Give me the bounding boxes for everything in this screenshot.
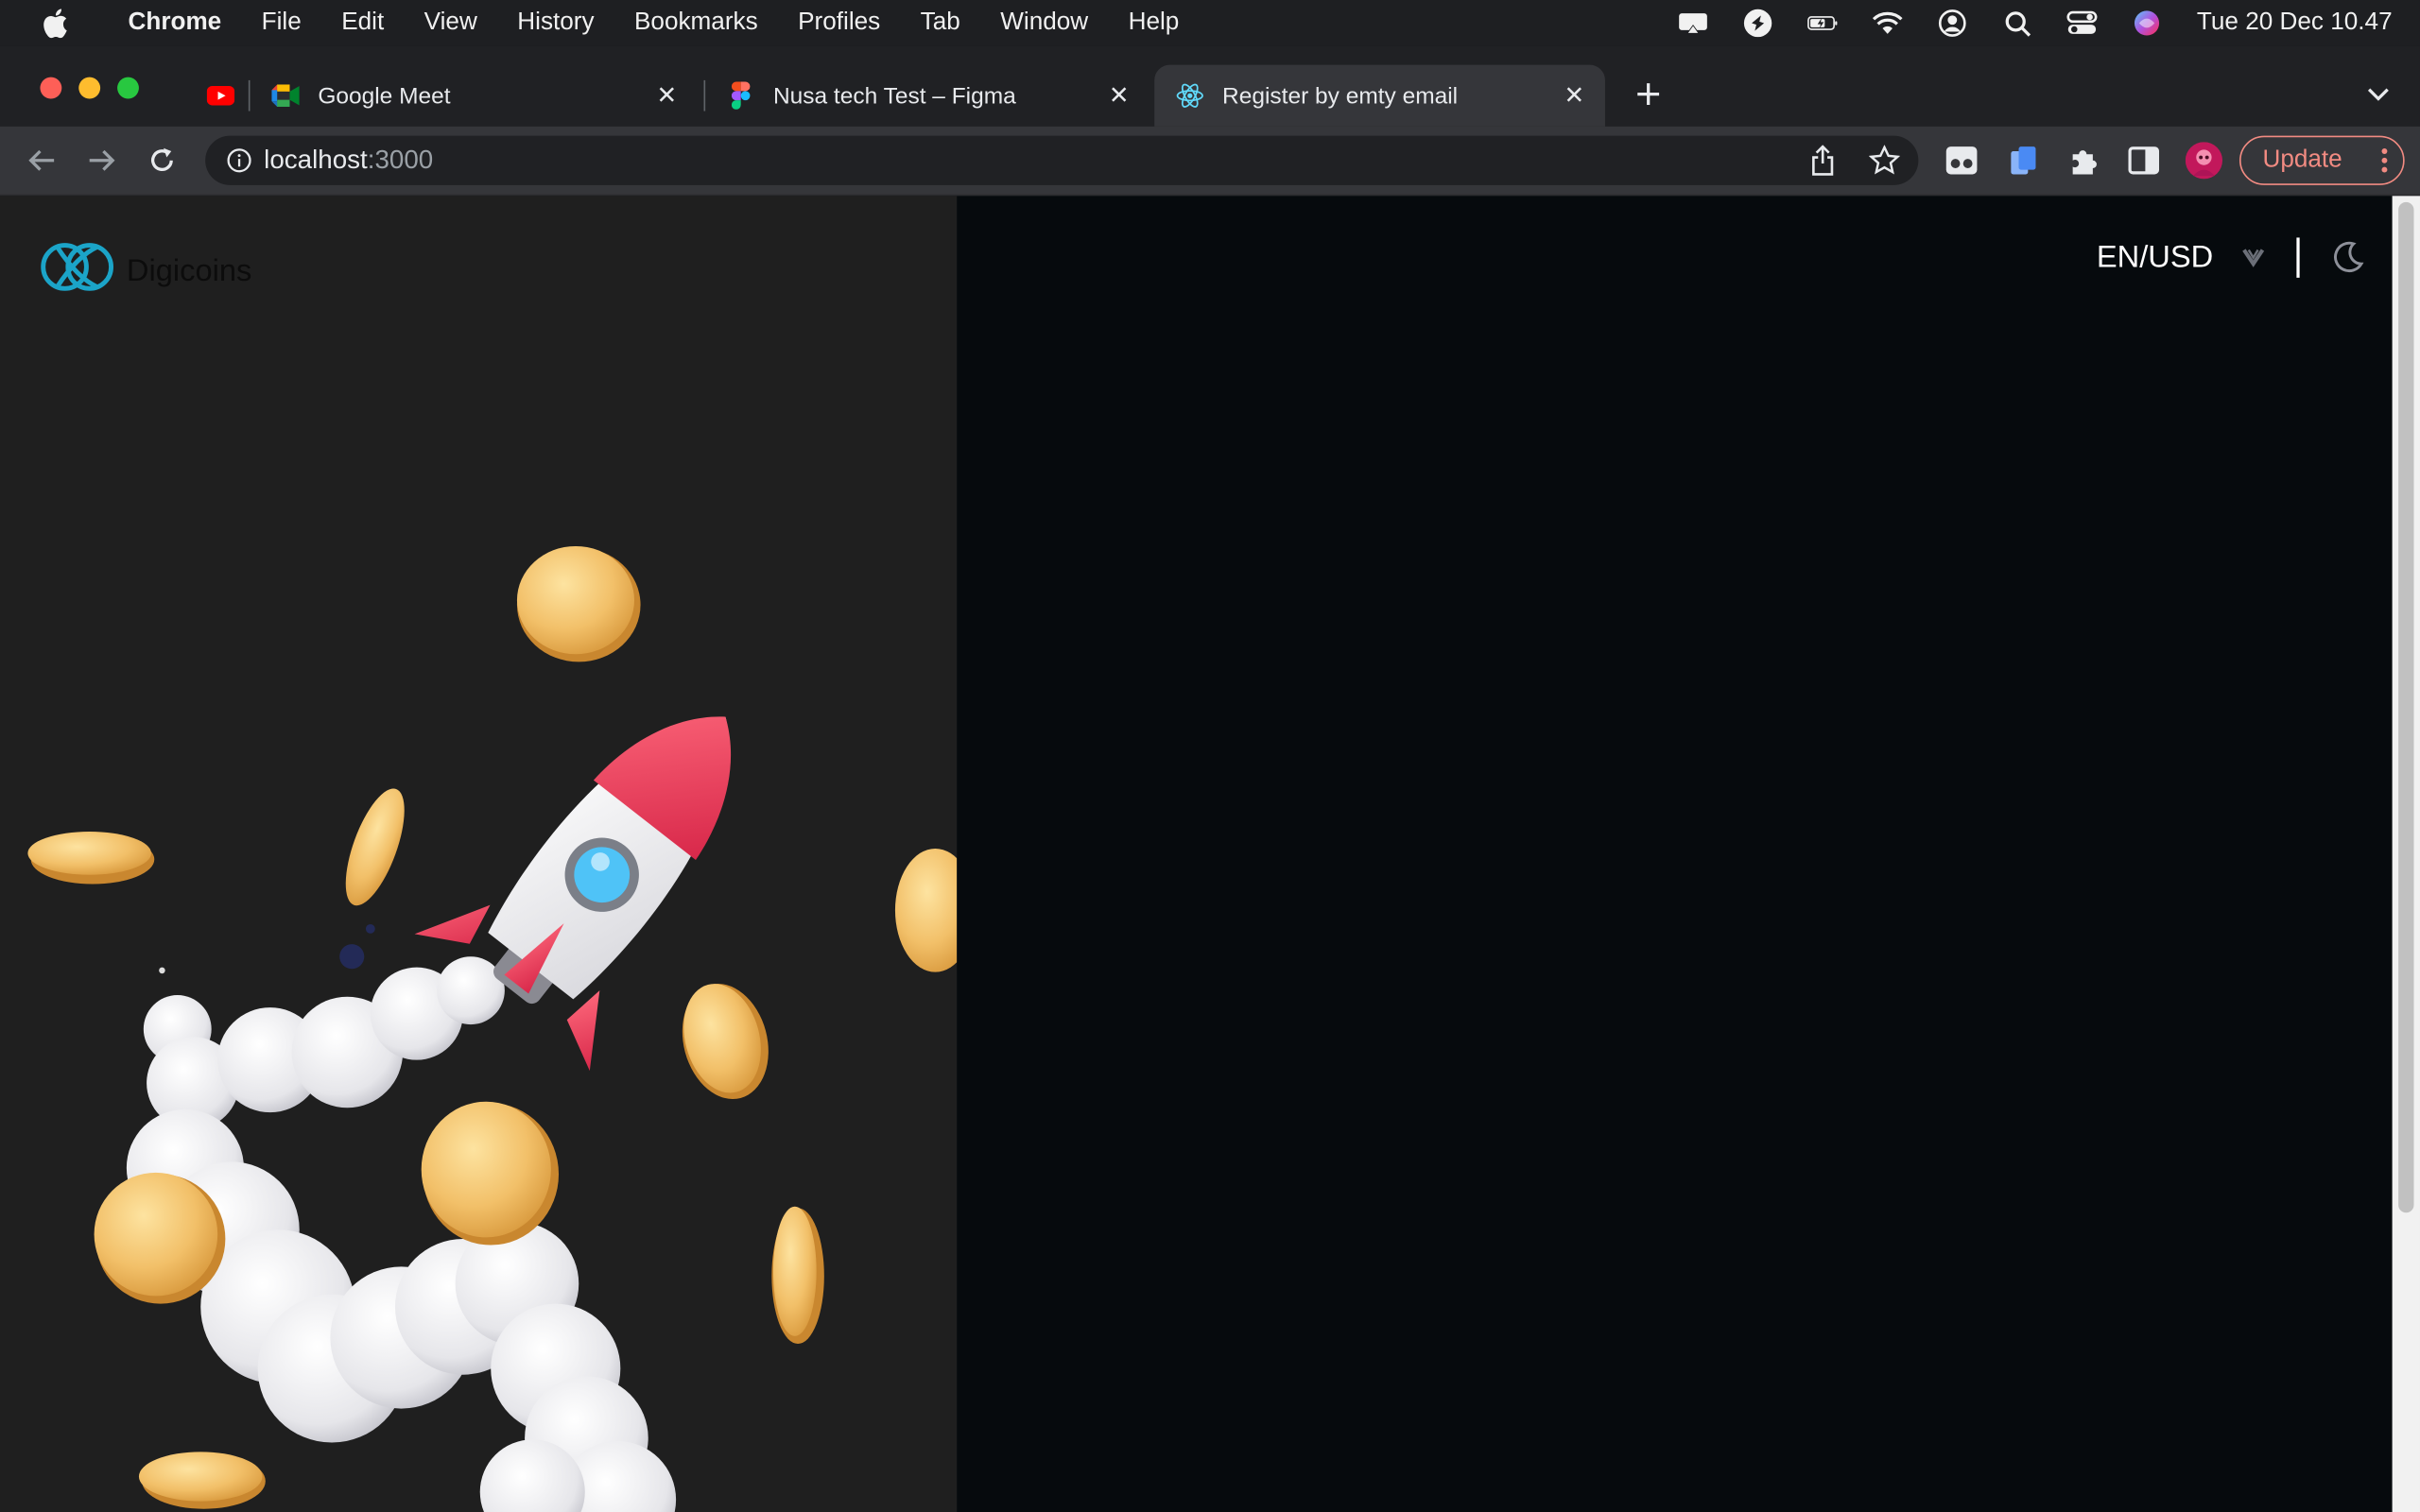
window-minimize-button[interactable] <box>78 77 101 99</box>
tab-label: Nusa tech Test – Figma <box>772 82 1016 110</box>
menu-tab[interactable]: Tab <box>900 9 980 37</box>
extensions-puzzle-icon[interactable] <box>2066 144 2100 178</box>
close-tab-icon[interactable]: ✕ <box>1562 83 1586 110</box>
menu-help[interactable]: Help <box>1108 9 1199 37</box>
screen-mirroring-icon[interactable] <box>1678 9 1709 37</box>
header-divider <box>2296 237 2300 278</box>
battery-icon[interactable] <box>1807 9 1839 37</box>
menu-profiles[interactable]: Profiles <box>778 9 901 37</box>
moon-icon[interactable] <box>2330 241 2364 275</box>
menu-history[interactable]: History <box>497 9 614 37</box>
react-icon <box>1176 82 1203 110</box>
url-host: localhost <box>264 145 368 175</box>
locale-selector-label[interactable]: EN/USD <box>2097 240 2213 276</box>
side-panel-icon[interactable] <box>2127 144 2161 178</box>
menubar-clock[interactable]: Tue 20 Dec 10.47 <box>2197 9 2393 37</box>
address-bar[interactable]: localhost:3000 <box>205 135 1919 185</box>
user-account-icon[interactable] <box>1938 9 1969 37</box>
url-port: :3000 <box>367 145 434 175</box>
close-tab-icon[interactable]: ✕ <box>654 83 679 110</box>
tab-register[interactable]: Register by emty email ✕ <box>1154 64 1605 127</box>
menu-file[interactable]: File <box>241 9 321 37</box>
apple-menu-icon[interactable] <box>0 8 108 39</box>
tab-google-meet[interactable]: Google Meet ✕ <box>250 65 697 127</box>
forward-arrow-icon[interactable] <box>85 144 119 178</box>
wifi-icon[interactable] <box>1873 9 1904 37</box>
page-viewport: Digicoins EN/USD <box>0 196 2393 1512</box>
tab-search-chevron-icon[interactable] <box>2361 77 2395 112</box>
new-tab-icon[interactable] <box>1632 77 1666 112</box>
back-arrow-icon[interactable] <box>25 144 59 178</box>
hero-illustration-panel: Digicoins <box>0 196 958 1512</box>
menu-bookmarks[interactable]: Bookmarks <box>614 9 778 37</box>
update-label: Update <box>2262 146 2342 173</box>
update-button[interactable]: Update <box>2238 135 2405 185</box>
spotlight-search-icon[interactable] <box>2002 9 2033 37</box>
reader-extension-icon[interactable] <box>1945 144 1979 178</box>
site-info-icon[interactable] <box>227 148 251 173</box>
digicoins-logo-icon <box>41 243 113 291</box>
menu-edit[interactable]: Edit <box>321 9 404 37</box>
menu-app-name[interactable]: Chrome <box>108 9 241 37</box>
close-tab-icon[interactable]: ✕ <box>1107 83 1132 110</box>
control-center-icon[interactable] <box>2067 9 2099 37</box>
browser-tab-strip: Google Meet ✕ Nusa tech Test – Figma ✕ R… <box>0 45 2420 127</box>
tab-figma[interactable]: Nusa tech Test – Figma ✕ <box>705 65 1150 127</box>
more-options-icon[interactable] <box>2381 148 2388 180</box>
browser-toolbar: localhost:3000 Update <box>0 126 2420 197</box>
tab-label: Register by emty email <box>1222 82 1459 110</box>
chevron-down-icon[interactable] <box>2241 247 2266 268</box>
tab-label: Google Meet <box>318 82 451 110</box>
copy-extension-icon[interactable] <box>2006 144 2040 178</box>
window-close-button[interactable] <box>40 77 62 99</box>
brand-name: Digicoins <box>126 253 252 288</box>
brand-logo[interactable]: Digicoins <box>39 234 252 300</box>
siri-icon[interactable] <box>2132 9 2163 37</box>
google-meet-icon <box>271 82 300 110</box>
reload-icon[interactable] <box>145 144 179 178</box>
macos-menu-bar: Chrome File Edit View History Bookmarks … <box>0 0 2420 46</box>
window-zoom-button[interactable] <box>117 77 139 99</box>
rocket-coins-illustration <box>27 545 958 1512</box>
profile-avatar[interactable] <box>2185 142 2223 180</box>
menu-window[interactable]: Window <box>980 9 1108 37</box>
bookmark-star-icon[interactable] <box>1869 145 1900 176</box>
header-controls: EN/USD <box>2097 237 2364 278</box>
figma-icon <box>727 81 754 110</box>
menu-view[interactable]: View <box>404 9 497 37</box>
page-scrollbar[interactable] <box>2392 196 2420 1512</box>
vpn-app-icon[interactable] <box>1743 9 1774 38</box>
youtube-icon <box>206 82 235 110</box>
tab-youtube-pinned[interactable] <box>185 65 241 127</box>
scrollbar-thumb[interactable] <box>2398 201 2414 1213</box>
share-icon[interactable] <box>1810 145 1835 176</box>
